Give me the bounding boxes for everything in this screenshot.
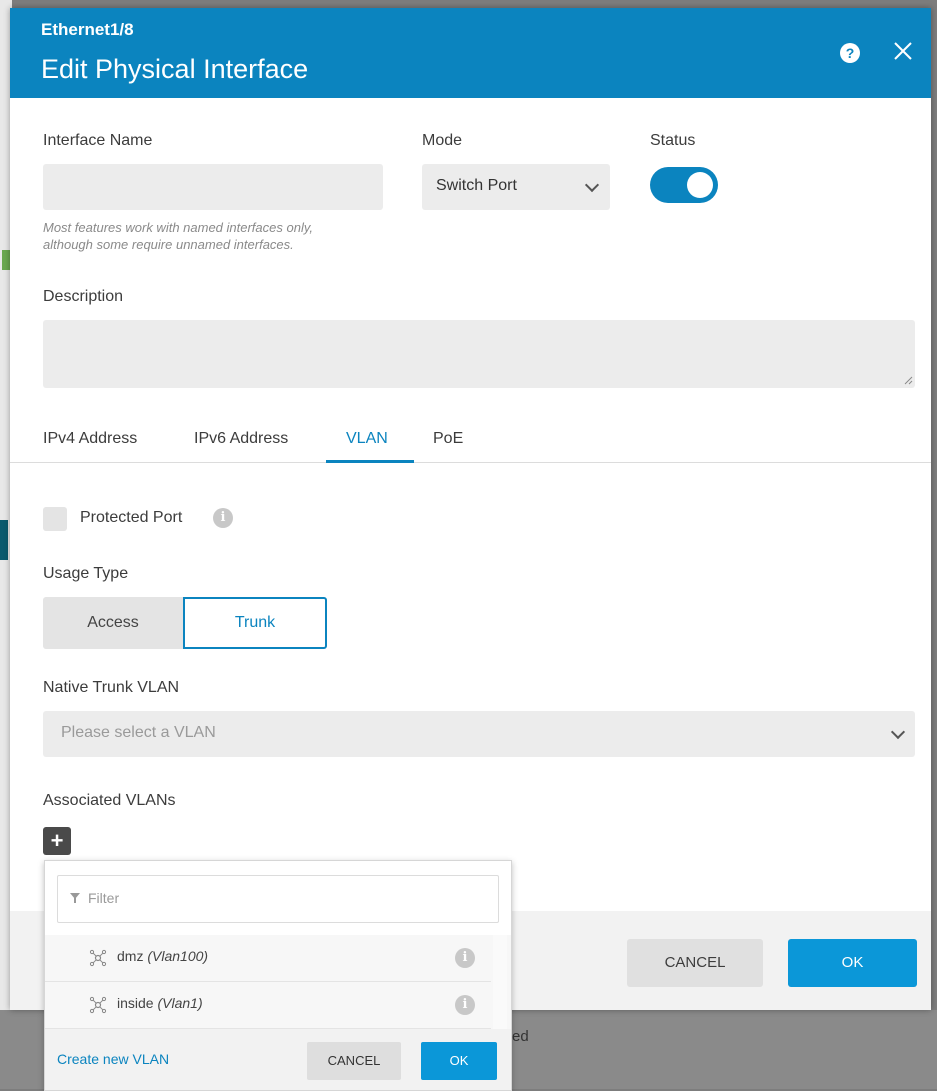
ok-button[interactable]: OK — [788, 939, 917, 987]
usage-type-label: Usage Type — [43, 565, 129, 582]
interface-tabs: IPv4 Address IPv6 Address VLAN PoE — [10, 424, 931, 463]
background-text: ed — [512, 1028, 529, 1045]
background-marker — [2, 250, 10, 270]
protected-port-checkbox[interactable] — [43, 507, 67, 531]
active-tab-indicator — [326, 460, 414, 463]
hint-line-1: Most features work with named interfaces… — [43, 220, 313, 235]
interface-id: Ethernet1/8 — [41, 20, 134, 39]
dialog-title: Edit Physical Interface — [41, 54, 309, 84]
vlan-name: inside — [117, 995, 154, 1011]
tab-vlan[interactable]: VLAN — [346, 430, 388, 448]
description-label: Description — [43, 288, 124, 305]
native-trunk-vlan-select[interactable]: Please select a VLAN — [43, 711, 915, 757]
tab-ipv4-address[interactable]: IPv4 Address — [43, 430, 137, 448]
vlan-network-icon — [89, 949, 107, 967]
vlan-id: (Vlan1) — [157, 995, 203, 1011]
add-vlan-button[interactable]: + — [43, 827, 71, 855]
info-icon[interactable]: i — [455, 995, 475, 1015]
mode-value: Switch Port — [436, 177, 517, 194]
mode-label: Mode — [422, 132, 463, 149]
vlan-item-label: dmz (Vlan100) — [117, 948, 208, 964]
description-textarea[interactable] — [43, 320, 915, 388]
vlan-name: dmz — [117, 948, 144, 964]
native-trunk-vlan-label: Native Trunk VLAN — [43, 679, 180, 696]
chevron-down-icon — [584, 177, 600, 193]
mode-select[interactable]: Switch Port — [422, 164, 610, 210]
dialog-header: Ethernet1/8 Edit Physical Interface ? — [10, 8, 931, 98]
dropdown-ok-button[interactable]: OK — [421, 1042, 497, 1080]
interface-name-input[interactable] — [43, 164, 383, 210]
close-icon[interactable] — [890, 38, 916, 64]
native-trunk-vlan-placeholder: Please select a VLAN — [61, 724, 216, 741]
resize-grip-icon[interactable] — [903, 375, 913, 385]
list-item[interactable]: inside (Vlan1) i — [45, 982, 491, 1029]
dropdown-cancel-button[interactable]: CANCEL — [307, 1042, 401, 1080]
usage-type-trunk-button[interactable]: Trunk — [183, 597, 327, 649]
tab-poe[interactable]: PoE — [433, 430, 463, 448]
protected-port-label: Protected Port — [80, 509, 183, 526]
info-icon[interactable]: i — [455, 948, 475, 968]
create-new-vlan-link[interactable]: Create new VLAN — [57, 1051, 169, 1067]
status-toggle[interactable] — [650, 167, 718, 203]
vlan-id: (Vlan100) — [147, 948, 209, 964]
interface-name-hint: Most features work with named interfaces… — [43, 219, 313, 253]
info-icon[interactable]: i — [213, 508, 233, 528]
hint-line-2: although some require unnamed interfaces… — [43, 237, 294, 252]
chevron-down-icon — [890, 724, 906, 740]
cancel-button[interactable]: CANCEL — [627, 939, 763, 987]
tab-ipv6-address[interactable]: IPv6 Address — [194, 430, 288, 448]
list-item[interactable]: dmz (Vlan100) i — [45, 935, 491, 982]
vlan-picker-dropdown: Filter dmz (Vlan100) i inside (Vlan1) i … — [44, 860, 512, 1091]
dropdown-footer: Create new VLAN CANCEL OK — [45, 1029, 511, 1090]
vlan-network-icon — [89, 996, 107, 1014]
associated-vlans-label: Associated VLANs — [43, 792, 176, 809]
usage-type-access-button[interactable]: Access — [43, 597, 183, 649]
filter-icon — [70, 893, 80, 903]
scrollbar-track[interactable] — [493, 935, 507, 1029]
filter-placeholder: Filter — [88, 890, 120, 906]
filter-input[interactable]: Filter — [57, 875, 499, 923]
toggle-knob — [687, 172, 713, 198]
interface-name-label: Interface Name — [43, 132, 153, 149]
help-icon[interactable]: ? — [840, 43, 860, 63]
vlan-item-label: inside (Vlan1) — [117, 995, 203, 1011]
status-label: Status — [650, 132, 696, 149]
vlan-list: dmz (Vlan100) i inside (Vlan1) i — [45, 935, 511, 1029]
background-marker — [0, 520, 8, 560]
